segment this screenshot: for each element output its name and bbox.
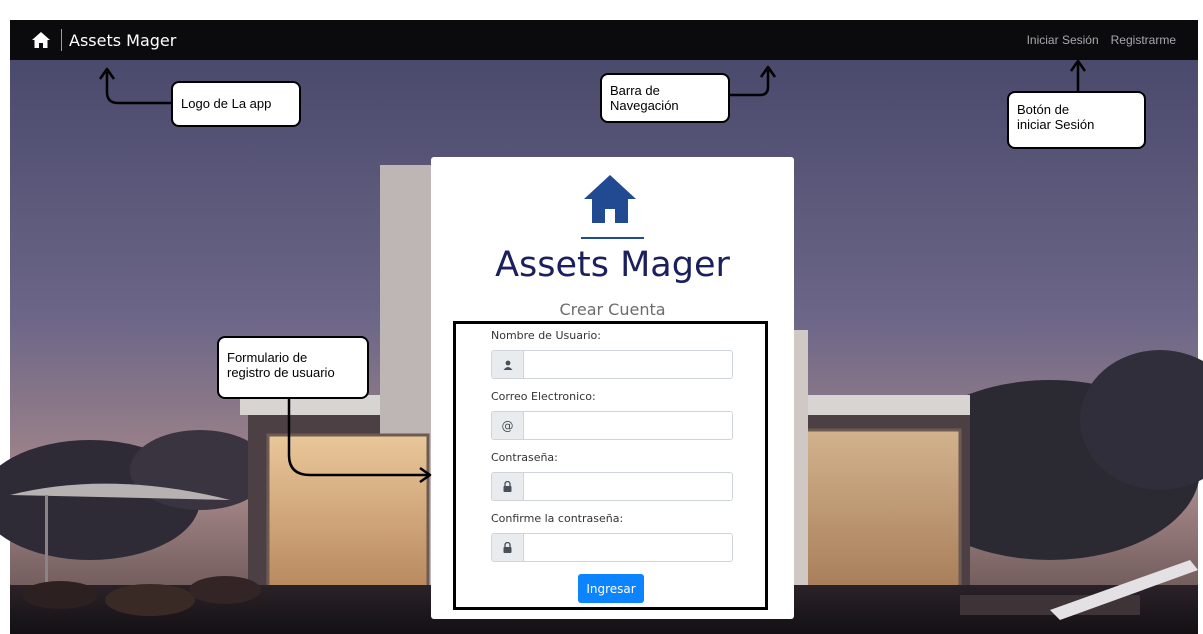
annotation-form-line-1: Formulario de [227, 350, 308, 365]
annotation-login-line-2: iniciar Sesión [1017, 117, 1095, 132]
top-navbar: Assets Mager Iniciar Sesión Registrarme [10, 20, 1198, 60]
brand-logo-link[interactable]: Assets Mager [32, 20, 176, 60]
annotation-logo-text: Logo de La app [181, 96, 272, 111]
annotation-form: Formulario de registro de usuario [217, 336, 369, 399]
annotation-login-line-1: Botón de [1017, 102, 1070, 117]
brand-name: Assets Mager [69, 30, 177, 50]
nav-links: Iniciar Sesión Registrarme [1027, 33, 1176, 47]
annotation-navbar: Barra de Navegación [600, 73, 730, 123]
annotation-navbar-line-2: Navegación [610, 98, 679, 113]
annotation-form-line-2: registro de usuario [227, 365, 335, 380]
register-link[interactable]: Registrarme [1111, 33, 1176, 47]
logo-divider [581, 237, 644, 239]
annotation-login: Botón de iniciar Sesión [1007, 91, 1146, 149]
annotation-logo: Logo de La app [171, 81, 301, 127]
card-title: Assets Mager [495, 245, 730, 285]
home-icon [32, 32, 50, 48]
brand-divider [61, 29, 62, 51]
annotation-navbar-line-1: Barra de [610, 83, 660, 98]
login-link[interactable]: Iniciar Sesión [1027, 33, 1099, 47]
house-logo-icon [584, 175, 636, 223]
card-subtitle: Crear Cuenta [559, 300, 666, 319]
form-highlight-box [453, 321, 768, 610]
